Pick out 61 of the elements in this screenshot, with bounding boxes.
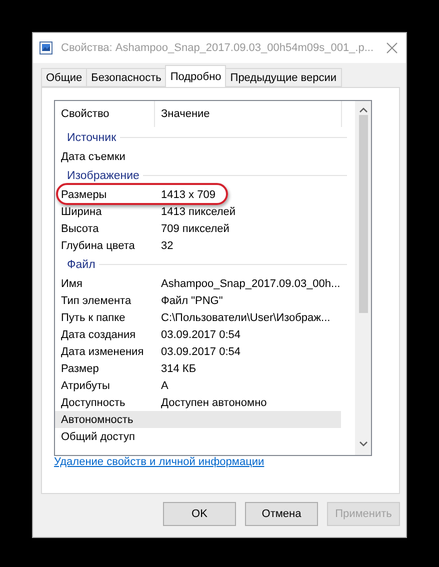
property-name: Тип элемента: [60, 294, 132, 306]
remove-properties-link[interactable]: Удаление свойств и личной информации: [54, 456, 264, 468]
property-value: Ashampoo_Snap_2017.09.03_00h...: [160, 278, 340, 290]
close-icon[interactable]: [386, 42, 398, 54]
property-row[interactable]: Высота 709 пикселей: [55, 220, 341, 237]
property-row[interactable]: Дата съемки: [55, 148, 341, 165]
property-row[interactable]: Ширина 1413 пикселей: [55, 203, 341, 220]
property-row[interactable]: Доступность Доступен автономно: [55, 394, 341, 411]
property-name: Общий доступ: [60, 430, 136, 442]
dialog-button[interactable]: OK: [163, 502, 236, 526]
property-name: Автономность: [60, 414, 134, 426]
property-name: Ширина: [60, 206, 103, 218]
property-row[interactable]: Размер 314 КБ: [55, 360, 341, 377]
property-value: 709 пикселей: [160, 222, 230, 234]
property-name: Размер: [60, 362, 100, 374]
tab[interactable]: Безопасность: [86, 68, 166, 87]
property-row[interactable]: Атрибуты A: [55, 377, 341, 394]
group-heading: Изображение: [67, 170, 140, 182]
property-name: Имя: [60, 278, 84, 290]
column-header[interactable]: Значение: [155, 101, 342, 127]
property-value: 03.09.2017 0:54: [160, 346, 241, 358]
property-row[interactable]: Тип элемента Файл "PNG": [55, 292, 341, 309]
property-name: Доступность: [60, 396, 126, 408]
property-row[interactable]: Размеры 1413 x 709: [55, 186, 341, 203]
property-row[interactable]: Глубина цвета 32: [55, 237, 341, 254]
property-name: Глубина цвета: [60, 240, 136, 252]
property-row[interactable]: Общий доступ: [55, 428, 341, 445]
scrollbar[interactable]: [355, 101, 371, 455]
property-value: C:\Пользователи\User\Изображ...: [160, 312, 330, 324]
property-name: Высота: [60, 222, 100, 234]
property-row[interactable]: Автономность: [55, 411, 341, 428]
scroll-up-icon[interactable]: [358, 107, 368, 113]
property-value: 314 КБ: [160, 362, 196, 374]
property-name: Атрибуты: [60, 380, 111, 392]
property-value: 03.09.2017 0:54: [160, 328, 241, 340]
property-value: 32: [160, 240, 174, 252]
column-header[interactable]: Свойство: [55, 101, 155, 127]
property-name: Дата изменения: [60, 346, 145, 358]
dialog-button[interactable]: Отмена: [245, 502, 318, 526]
property-row[interactable]: Путь к папке C:\Пользователи\User\Изображ...: [55, 309, 341, 326]
property-value: 1413 пикселей: [160, 206, 236, 218]
property-value: A: [160, 380, 168, 392]
property-name: Размеры: [60, 188, 108, 200]
property-row[interactable]: Дата создания 03.09.2017 0:54: [55, 326, 341, 343]
property-value: 1413 x 709: [160, 188, 216, 200]
property-name: Дата съемки: [60, 150, 126, 162]
property-value: Файл "PNG": [160, 294, 223, 306]
property-name: Путь к папке: [60, 312, 126, 324]
property-name: Дата создания: [60, 328, 137, 340]
tab[interactable]: Предыдущие версии: [225, 68, 342, 87]
window-title: Свойства: Ashampoo_Snap_2017.09.03_00h54m09s_001_.p...: [61, 42, 375, 54]
group-heading: Источник: [67, 132, 116, 144]
scroll-down-icon[interactable]: [358, 441, 368, 447]
property-row[interactable]: Имя Ashampoo_Snap_2017.09.03_00h...: [55, 275, 341, 292]
property-row[interactable]: Дата изменения 03.09.2017 0:54: [55, 343, 341, 360]
scrollbar-thumb[interactable]: [358, 115, 368, 313]
tab[interactable]: Общие: [41, 68, 88, 87]
tab[interactable]: Подробно: [165, 65, 226, 87]
property-value: Доступен автономно: [160, 396, 267, 408]
group-heading: Файл: [67, 258, 96, 270]
picture-file-icon: [39, 41, 53, 55]
